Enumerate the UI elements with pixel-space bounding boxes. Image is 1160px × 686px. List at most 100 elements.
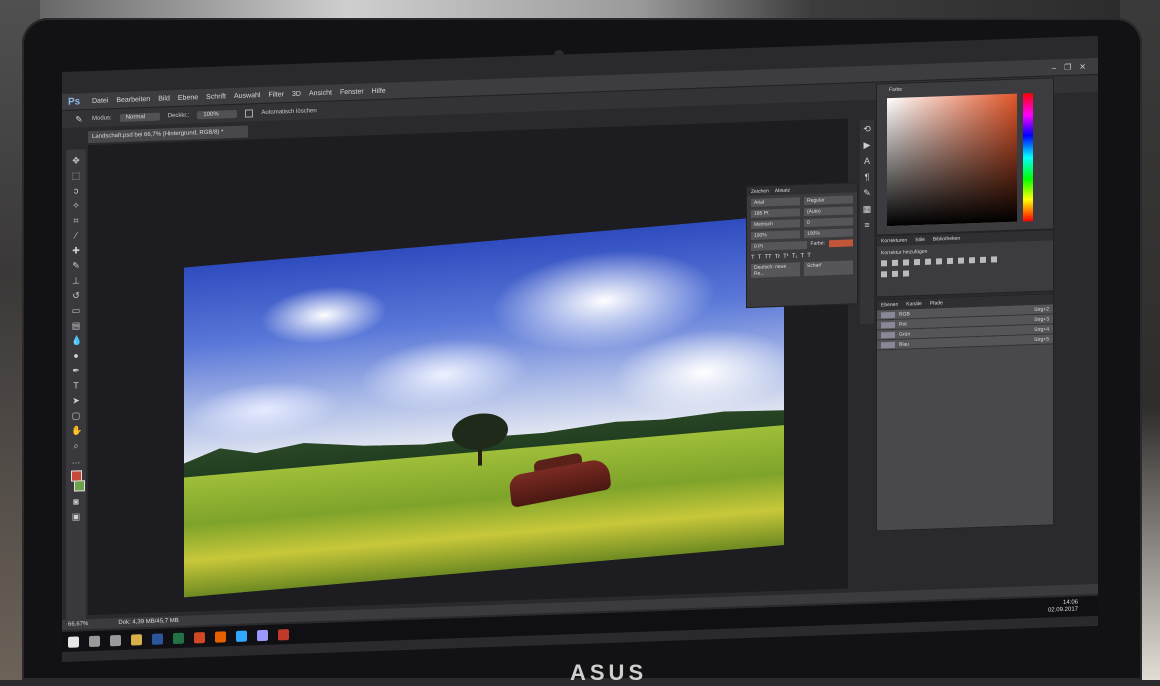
photo-filter-icon[interactable] (969, 257, 975, 264)
tab-zeichen[interactable]: Zeichen (751, 188, 769, 195)
history-panel-icon[interactable]: ⟲ (862, 124, 872, 134)
path-select-tool-icon[interactable]: ➤ (71, 395, 81, 405)
brush-tool-icon[interactable]: ✎ (71, 260, 81, 270)
taskbar-clock[interactable]: 14:06 02.09.2017 (1048, 599, 1098, 615)
language-select[interactable]: Deutsch: neue Re... (751, 262, 800, 278)
menu-3d[interactable]: 3D (292, 90, 301, 97)
opacity-field[interactable]: 100% (197, 109, 238, 119)
menu-fenster[interactable]: Fenster (340, 88, 364, 96)
tab-stile[interactable]: Stile (915, 237, 925, 243)
small-caps-button[interactable]: Tr (775, 254, 780, 260)
tab-absatz[interactable]: Absatz (775, 187, 790, 194)
quick-select-tool-icon[interactable]: ✧ (71, 200, 81, 210)
menu-hilfe[interactable]: Hilfe (372, 87, 386, 94)
eyedropper-tool-icon[interactable]: ⁄ (71, 230, 81, 240)
vibrance-icon[interactable] (925, 258, 931, 265)
menu-schrift[interactable]: Schrift (206, 93, 226, 101)
eraser-tool-icon[interactable]: ▭ (71, 305, 81, 315)
invert-icon[interactable] (881, 271, 887, 278)
screen-mode-icon[interactable]: ▣ (71, 511, 81, 521)
faux-italic-button[interactable]: T (758, 255, 762, 261)
tab-bibliotheken[interactable]: Bibliotheken (933, 236, 960, 243)
word-icon[interactable] (152, 632, 163, 645)
move-tool-icon[interactable]: ✥ (71, 155, 81, 165)
excel-icon[interactable] (173, 632, 184, 644)
paragraph-panel-icon[interactable]: ¶ (862, 172, 872, 182)
more-tools-icon[interactable]: … (71, 455, 81, 465)
premiere-icon[interactable] (257, 629, 268, 641)
zoom-level[interactable]: 66,67% (68, 621, 88, 628)
exposure-icon[interactable] (914, 259, 920, 266)
healing-tool-icon[interactable]: ✚ (71, 245, 81, 255)
hue-slider[interactable] (1023, 93, 1033, 222)
menu-filter[interactable]: Filter (268, 91, 284, 99)
blur-tool-icon[interactable]: 💧 (71, 335, 82, 345)
font-size-field[interactable]: 185 Pt (751, 208, 800, 218)
brush-panel-icon[interactable]: ✎ (862, 188, 872, 198)
faux-bold-button[interactable]: T (751, 255, 755, 261)
zoom-tool-icon[interactable]: ⌕ (71, 440, 81, 450)
menu-datei[interactable]: Datei (92, 97, 108, 105)
color-picker-field[interactable] (887, 93, 1017, 227)
background-color-swatch[interactable] (73, 480, 85, 492)
tab-kanaele[interactable]: Kanäle (906, 301, 922, 308)
menu-ebene[interactable]: Ebene (178, 94, 198, 102)
brightness-icon[interactable] (881, 260, 887, 267)
color-balance-icon[interactable] (947, 257, 953, 265)
landscape-photo[interactable] (184, 215, 784, 598)
close-button[interactable]: ✕ (1079, 62, 1086, 71)
minimize-button[interactable]: – (1052, 63, 1056, 72)
color-lookup-icon[interactable] (991, 256, 997, 263)
menu-bild[interactable]: Bild (158, 95, 170, 102)
strikethrough-button[interactable]: T (807, 253, 811, 259)
all-caps-button[interactable]: TT (764, 254, 771, 260)
brush-tool-icon[interactable]: ✎ (74, 114, 84, 124)
shape-tool-icon[interactable]: ▢ (71, 410, 81, 420)
curves-icon[interactable] (903, 259, 909, 266)
character-panel-icon[interactable]: A (862, 156, 872, 166)
subscript-button[interactable]: T₁ (792, 253, 798, 259)
app-icon[interactable] (278, 628, 289, 640)
kerning-field[interactable]: Metrisch (751, 219, 800, 229)
mode-select[interactable]: Normal (119, 112, 160, 122)
marquee-tool-icon[interactable]: ⬚ (71, 170, 81, 180)
history-brush-tool-icon[interactable]: ↺ (71, 290, 81, 300)
menu-bearbeiten[interactable]: Bearbeiten (116, 95, 150, 103)
channel-mixer-icon[interactable] (980, 256, 986, 263)
firefox-icon[interactable] (215, 630, 226, 643)
levels-icon[interactable] (892, 259, 898, 267)
menu-auswahl[interactable]: Auswahl (234, 92, 260, 100)
crop-tool-icon[interactable]: ⌗ (71, 215, 81, 225)
photoshop-icon[interactable] (236, 630, 247, 642)
superscript-button[interactable]: T¹ (783, 254, 789, 260)
dodge-tool-icon[interactable]: ● (71, 350, 81, 360)
maximize-button[interactable]: ❐ (1064, 62, 1071, 71)
lasso-tool-icon[interactable]: ↄ (71, 185, 81, 195)
powerpoint-icon[interactable] (194, 631, 205, 643)
play-actions-icon[interactable]: ▶ (862, 140, 872, 150)
vertical-scale-field[interactable]: 100% (751, 230, 800, 240)
properties-panel-icon[interactable]: ≡ (862, 220, 872, 230)
stamp-tool-icon[interactable]: ⊥ (71, 275, 81, 285)
tab-ebenen[interactable]: Ebenen (881, 302, 898, 309)
tracking-field[interactable]: 0 (804, 217, 853, 228)
gradient-tool-icon[interactable]: ▤ (71, 320, 81, 330)
file-explorer-icon[interactable] (131, 633, 142, 646)
auto-erase-checkbox[interactable] (245, 108, 254, 118)
threshold-icon[interactable] (903, 270, 909, 277)
menu-ansicht[interactable]: Ansicht (309, 89, 332, 97)
text-color-chip[interactable] (829, 239, 853, 248)
task-view-icon[interactable] (110, 634, 121, 646)
black-white-icon[interactable] (958, 257, 964, 264)
tab-pfade[interactable]: Pfade (930, 300, 943, 306)
leading-field[interactable]: (Auto) (804, 206, 853, 217)
pen-tool-icon[interactable]: ✒ (71, 365, 81, 375)
hand-tool-icon[interactable]: ✋ (71, 425, 82, 435)
antialias-select[interactable]: Scharf (804, 260, 853, 277)
font-style-select[interactable]: Regular (804, 195, 853, 206)
type-tool-icon[interactable]: T (71, 380, 81, 390)
hue-saturation-icon[interactable] (936, 258, 942, 265)
horizontal-scale-field[interactable]: 100% (804, 228, 853, 239)
underline-button[interactable]: T (801, 253, 805, 259)
posterize-icon[interactable] (892, 270, 898, 278)
